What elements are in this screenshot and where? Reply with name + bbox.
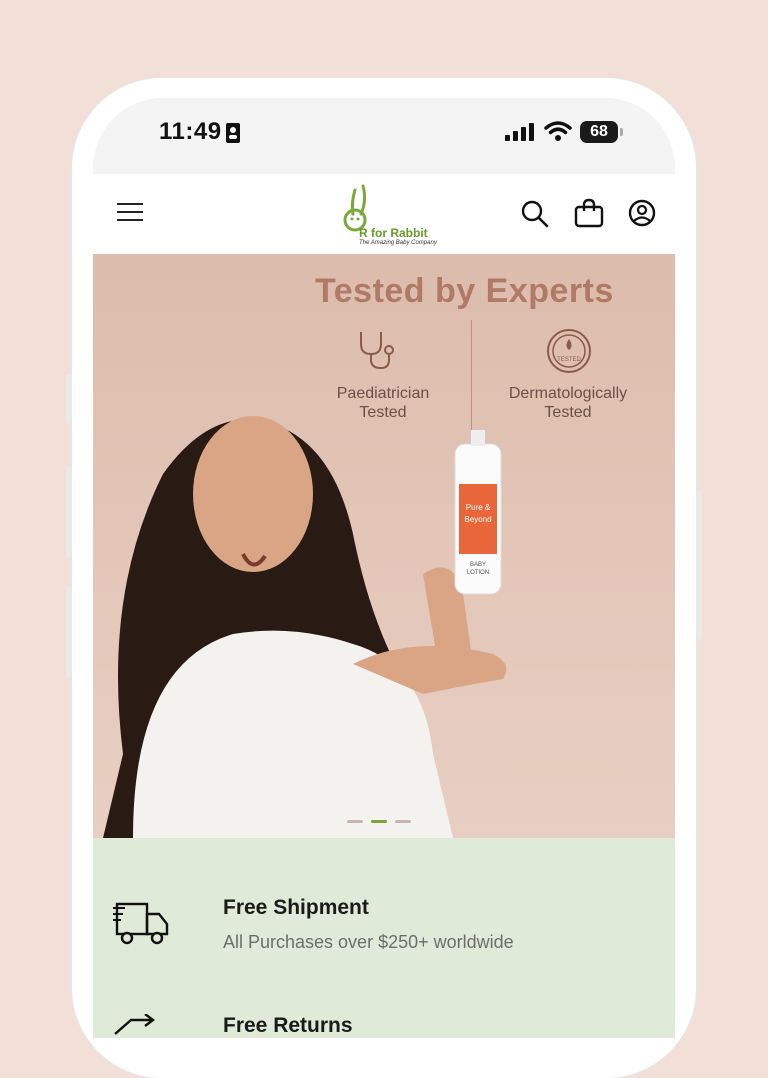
carousel-dot-active[interactable]	[371, 820, 387, 823]
model-holding-product-image: Pure & Beyond BABY LOTION	[103, 416, 507, 838]
battery-cap	[620, 128, 623, 136]
product-label-text: Pure &	[466, 503, 491, 512]
hero-title: Tested by Experts	[315, 272, 614, 310]
product-label-text: Beyond	[464, 515, 491, 524]
product-label-text: LOTION	[467, 570, 489, 576]
benefits-section: Free Shipment All Purchases over $250+ w…	[93, 838, 675, 1038]
search-icon[interactable]	[521, 200, 549, 228]
phone-screen: 11:49 68 R for Rabbit The Amazing Baby C…	[93, 98, 675, 1038]
battery-icon: 68	[580, 121, 618, 143]
carousel-dot[interactable]	[395, 820, 411, 823]
signal-icon	[505, 123, 534, 141]
status-time: 11:49	[159, 118, 222, 145]
phone-side-button	[66, 374, 72, 424]
benefit-title: Free Returns	[223, 1014, 353, 1037]
bag-icon[interactable]	[574, 198, 604, 228]
status-bar: 11:49 68	[93, 98, 675, 174]
return-icon	[114, 1014, 155, 1035]
menu-icon[interactable]	[117, 202, 143, 222]
carousel-dot[interactable]	[347, 820, 363, 823]
account-icon[interactable]	[628, 199, 656, 227]
contact-card-icon	[226, 123, 240, 143]
site-header: R for Rabbit The Amazing Baby Company	[93, 174, 675, 254]
truck-icon	[113, 902, 169, 945]
hero-banner[interactable]: Tested by Experts Paediatrician Tested T…	[93, 254, 675, 838]
benefit-subtitle: All Purchases over $250+ worldwide	[223, 932, 514, 952]
carousel-indicator	[347, 810, 419, 828]
logo-tagline: The Amazing Baby Company	[359, 240, 437, 246]
wifi-icon	[544, 121, 572, 141]
benefit-title: Free Shipment	[223, 896, 369, 919]
logo-text: R for Rabbit	[359, 226, 428, 240]
phone-volume-down-button	[66, 586, 72, 678]
phone-power-button	[696, 490, 702, 640]
product-label-text: BABY	[470, 562, 486, 568]
phone-volume-up-button	[66, 466, 72, 558]
